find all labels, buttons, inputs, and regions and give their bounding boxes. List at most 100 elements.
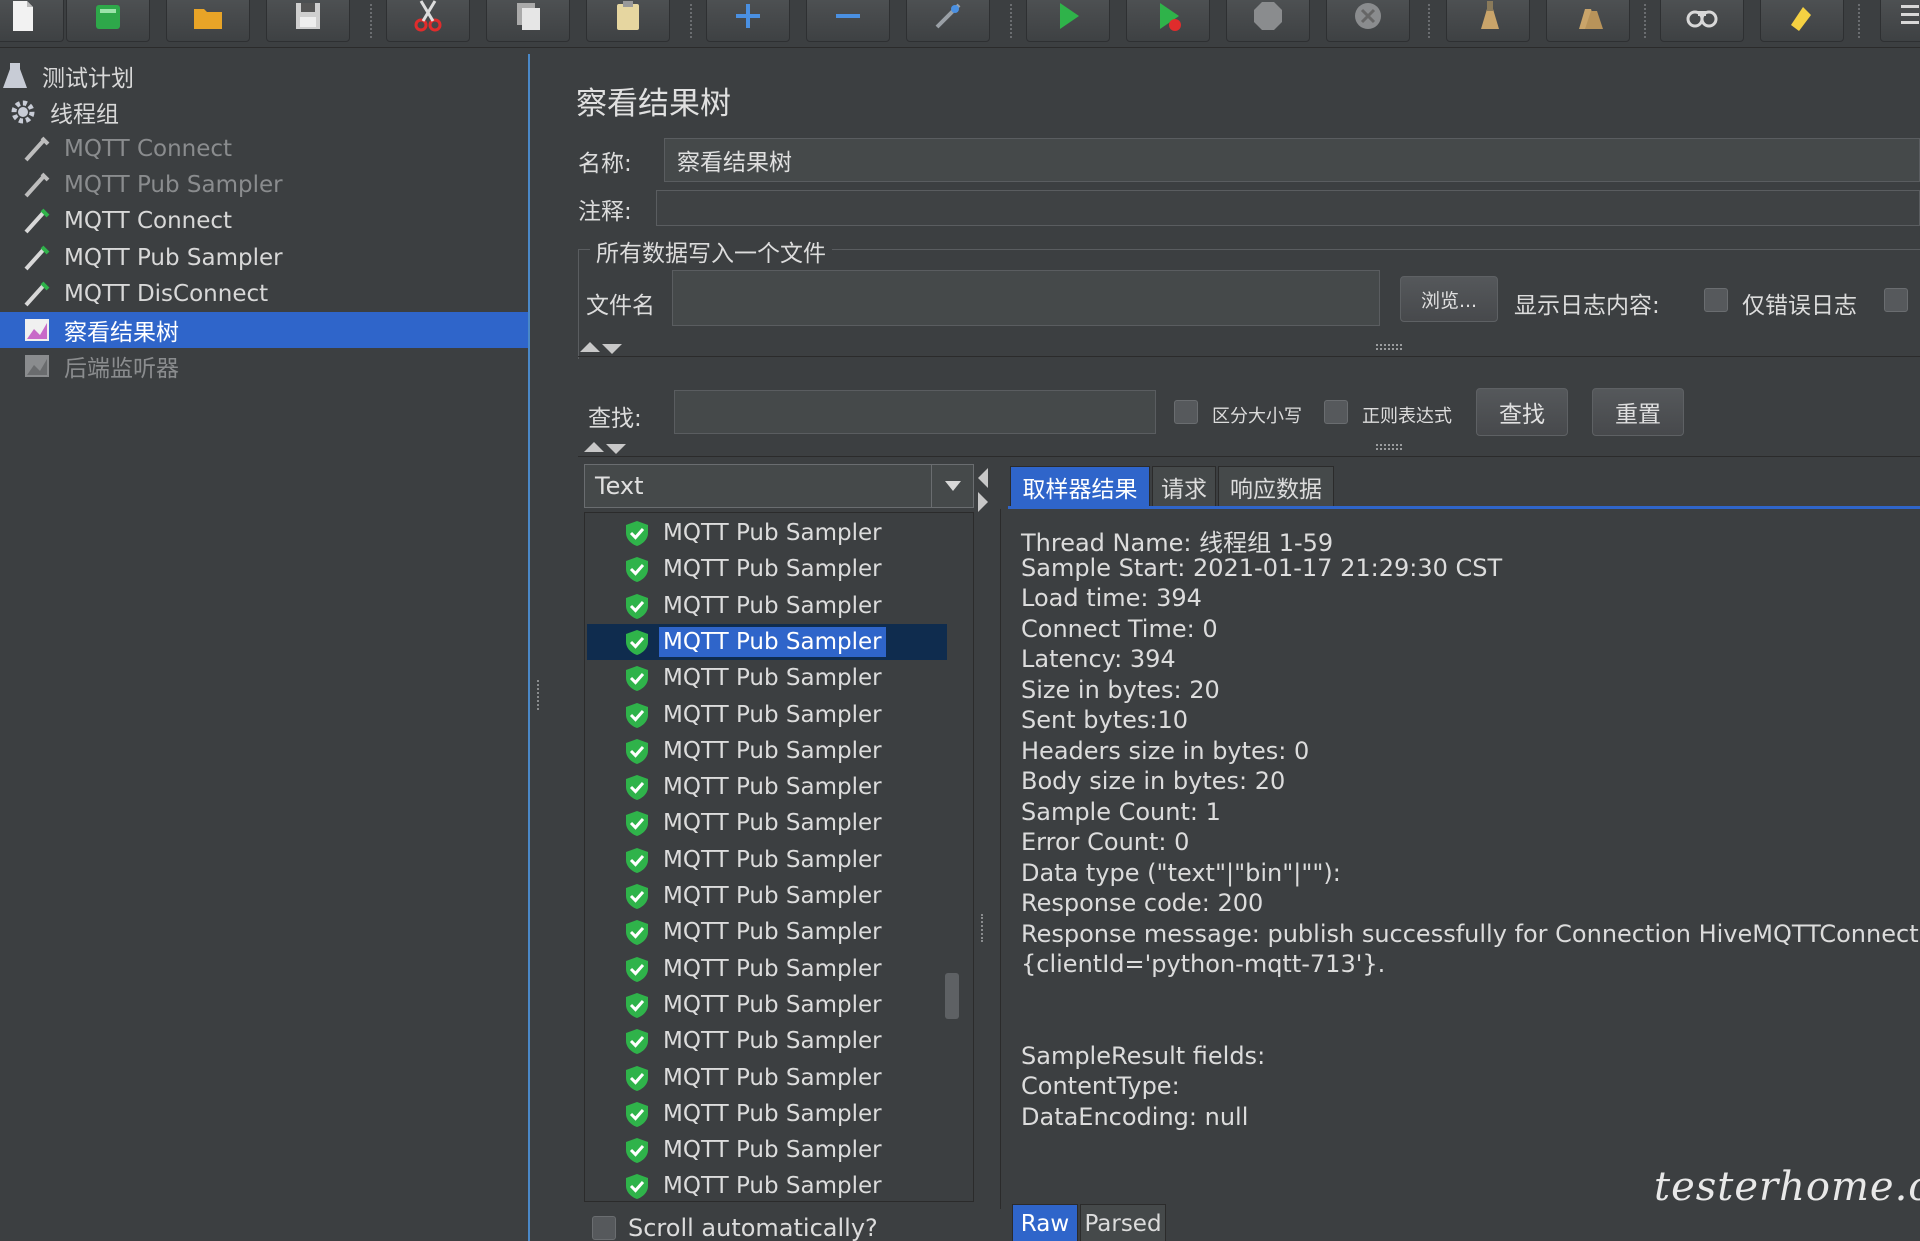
collapse-down-icon[interactable] — [602, 344, 622, 354]
find-button[interactable]: 查找 — [1476, 388, 1568, 436]
tree-item[interactable]: 后端监听器 — [0, 348, 528, 384]
detail-line: Load time: 394 — [1021, 584, 1202, 612]
result-row[interactable]: MQTT Pub Sampler — [587, 1096, 947, 1132]
tree-item[interactable]: MQTT Connect — [0, 131, 528, 167]
page-title: 察看结果树 — [576, 86, 731, 122]
result-row[interactable]: MQTT Pub Sampler — [587, 1132, 947, 1168]
reset-search-button[interactable] — [1760, 0, 1844, 42]
stop-icon — [1251, 0, 1285, 37]
result-row[interactable]: MQTT Pub Sampler — [587, 1168, 947, 1204]
results-list[interactable]: MQTT Pub Sampler MQTT Pub Sampler MQTT Pub… — [584, 512, 974, 1202]
save-button[interactable] — [266, 0, 350, 42]
open-button[interactable] — [166, 0, 250, 42]
start-no-pause-button[interactable] — [1126, 0, 1210, 42]
detail-line: Sample Count: 1 — [1021, 797, 1221, 826]
name-field[interactable]: 察看结果树 — [664, 138, 1920, 182]
result-row[interactable]: MQTT Pub Sampler — [587, 878, 947, 914]
tab-2[interactable]: 响应数据 — [1218, 466, 1334, 506]
cut-button[interactable] — [386, 0, 470, 42]
result-row[interactable]: MQTT Pub Sampler — [587, 551, 947, 587]
result-row[interactable]: MQTT Pub Sampler — [587, 733, 947, 769]
reset-button[interactable]: 重置 — [1592, 388, 1684, 436]
result-row[interactable]: MQTT Pub Sampler — [587, 588, 947, 624]
result-row-label: MQTT Pub Sampler — [663, 701, 882, 728]
expand-right-icon[interactable] — [978, 492, 988, 512]
success-check-icon — [623, 809, 651, 837]
function-helper-button[interactable] — [1880, 0, 1920, 42]
detail-line: Response message: publish successfully f… — [1021, 919, 1920, 948]
renderer-select[interactable]: Text — [584, 464, 974, 508]
clear-button[interactable] — [1446, 0, 1530, 42]
tree-item[interactable]: MQTT Pub Sampler — [0, 167, 528, 203]
toolbar-separator — [1428, 4, 1430, 38]
tree-item-label: MQTT Pub Sampler — [64, 244, 283, 271]
comment-field[interactable] — [656, 190, 1920, 226]
start-button[interactable] — [1026, 0, 1110, 42]
result-row[interactable]: MQTT Pub Sampler — [587, 515, 947, 551]
toggle-button[interactable] — [906, 0, 990, 42]
result-row[interactable]: MQTT Pub Sampler — [587, 697, 947, 733]
listener-icon — [22, 315, 52, 345]
new-button[interactable] — [0, 0, 64, 42]
search-input[interactable] — [674, 390, 1156, 434]
tree-item[interactable]: MQTT Pub Sampler — [0, 240, 528, 276]
result-row[interactable]: MQTT Pub Sampler — [587, 769, 947, 805]
copy-button[interactable] — [486, 0, 570, 42]
cut-icon — [411, 0, 445, 37]
detail-line: Data type ("text"|"bin"|""): — [1021, 858, 1341, 887]
tree-item[interactable]: 察看结果树 — [0, 312, 528, 349]
chevron-down-icon[interactable] — [931, 465, 973, 507]
collapse-left-icon[interactable] — [978, 468, 988, 488]
case-sensitive-checkbox[interactable] — [1174, 400, 1198, 424]
result-row[interactable]: MQTT Pub Sampler — [587, 842, 947, 878]
tab-0[interactable]: 取样器结果 — [1010, 466, 1150, 506]
bottom-tab-parsed[interactable]: Parsed — [1080, 1204, 1166, 1241]
templates-button[interactable] — [66, 0, 150, 42]
result-row[interactable]: MQTT Pub Sampler — [587, 805, 947, 841]
tree-splitter[interactable] — [537, 680, 543, 710]
toolbar-separator — [370, 4, 372, 38]
clear-all-button[interactable] — [1546, 0, 1630, 42]
result-row[interactable]: MQTT Pub Sampler — [587, 1060, 947, 1096]
result-row[interactable]: MQTT Pub Sampler — [587, 660, 947, 696]
toolbar-separator — [1010, 4, 1012, 38]
result-row[interactable]: MQTT Pub Sampler — [587, 987, 947, 1023]
success-check-icon — [623, 773, 651, 801]
collapse-down-icon-2[interactable] — [606, 444, 626, 454]
detail-line: Response code: 200 — [1021, 889, 1264, 917]
tree-item[interactable]: MQTT DisConnect — [0, 276, 528, 312]
tree-item[interactable]: MQTT Connect — [0, 203, 528, 239]
result-row[interactable]: MQTT Pub Sampler — [587, 1023, 947, 1059]
result-row[interactable]: MQTT Pub Sampler — [587, 951, 947, 987]
result-row[interactable]: MQTT Pub Sampler — [587, 623, 947, 660]
tree-item-label: 测试计划 — [42, 66, 134, 92]
success-check-icon — [623, 1136, 651, 1164]
stop-button[interactable] — [1226, 0, 1310, 42]
success-check-icon — [623, 846, 651, 874]
expand-up-icon[interactable] — [580, 342, 600, 352]
browse-button[interactable]: 浏览... — [1400, 276, 1498, 322]
expand-up-icon-2[interactable] — [584, 442, 604, 452]
section-grip[interactable] — [1376, 344, 1402, 350]
tree-item[interactable]: 线程组 — [0, 94, 528, 130]
filename-input[interactable] — [672, 270, 1380, 326]
shutdown-button[interactable] — [1326, 0, 1410, 42]
result-row[interactable]: MQTT Pub Sampler — [587, 914, 947, 950]
result-row-label: MQTT Pub Sampler — [659, 626, 886, 657]
paste-button[interactable] — [586, 0, 670, 42]
scroll-auto-label: Scroll automatically? — [628, 1214, 878, 1241]
detail-line: {clientId='python-mqtt-713'}. — [1021, 950, 1386, 978]
list-splitter[interactable] — [981, 914, 987, 942]
search-button[interactable] — [1660, 0, 1744, 42]
section-grip-2[interactable] — [1376, 444, 1402, 450]
scrollbar-thumb[interactable] — [945, 973, 959, 1019]
successes-only-checkbox[interactable] — [1884, 288, 1908, 312]
regex-checkbox[interactable] — [1324, 400, 1348, 424]
expand-button[interactable] — [706, 0, 790, 42]
tab-1[interactable]: 请求 — [1152, 466, 1216, 506]
errors-only-checkbox[interactable] — [1704, 288, 1728, 312]
scroll-auto-checkbox[interactable] — [592, 1216, 616, 1240]
collapse-button[interactable] — [806, 0, 890, 42]
tree-item[interactable]: 测试计划 — [0, 58, 528, 94]
bottom-tab-raw[interactable]: Raw — [1012, 1204, 1078, 1241]
